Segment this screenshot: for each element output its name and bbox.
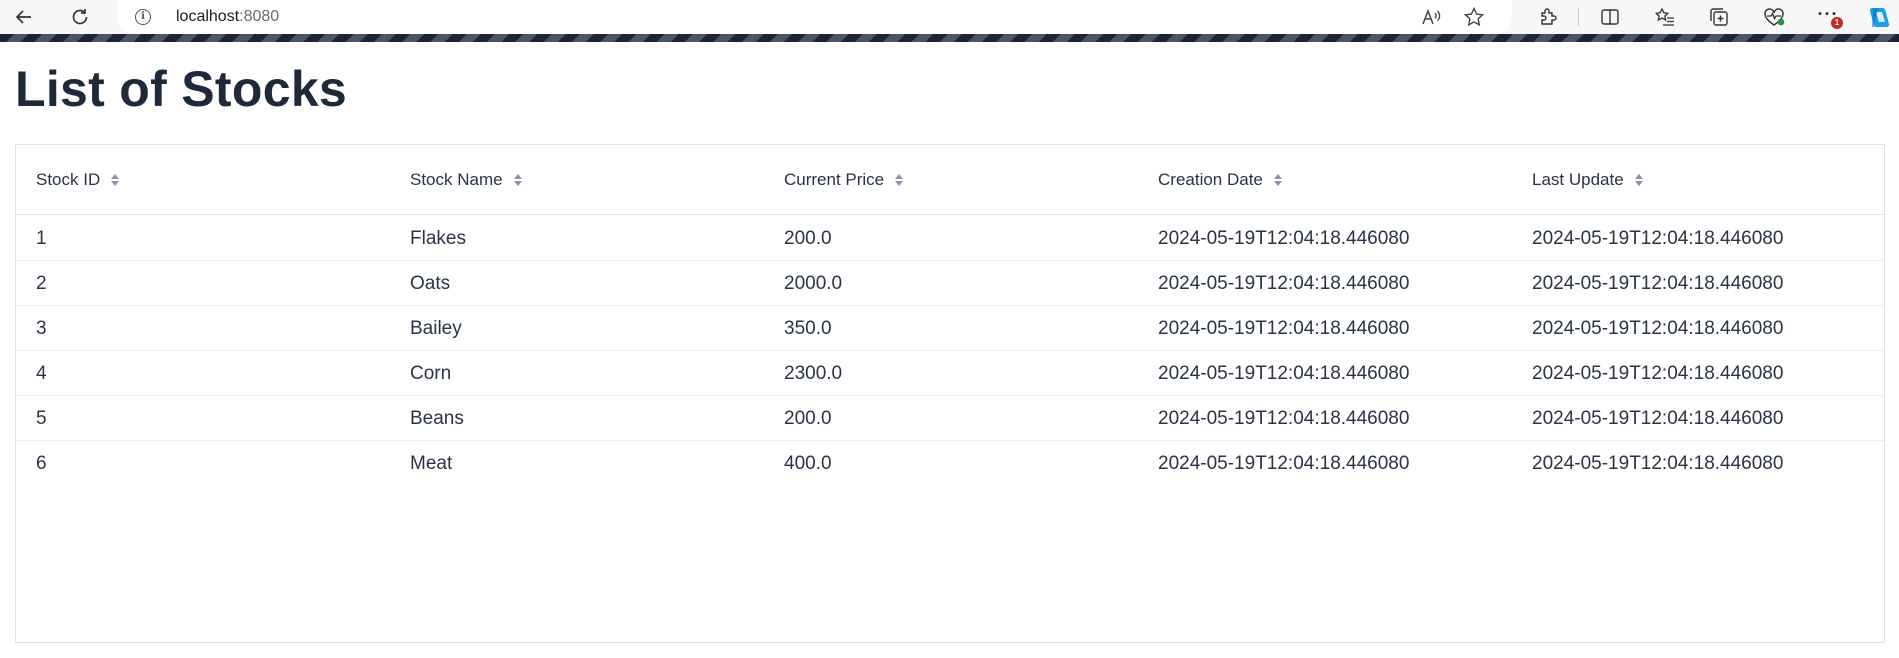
favorites-button[interactable]	[1652, 5, 1678, 29]
refresh-icon	[72, 9, 88, 25]
copilot-button[interactable]	[1867, 5, 1893, 29]
column-header-current-price[interactable]: Current Price	[784, 145, 904, 215]
column-header-label: Creation Date	[1158, 170, 1263, 189]
column-header-label: Stock Name	[410, 170, 503, 189]
cell-stock-name: Bailey	[410, 318, 462, 339]
column-header-label: Last Update	[1532, 170, 1624, 189]
table-row[interactable]: 1 Flakes 200.0 2024-05-19T12:04:18.44608…	[16, 216, 1884, 261]
column-header-creation-date[interactable]: Creation Date	[1158, 145, 1283, 215]
notification-badge: 1	[1831, 17, 1843, 29]
cell-creation-date: 2024-05-19T12:04:18.446080	[1158, 408, 1410, 429]
sort-icon[interactable]	[1273, 173, 1283, 187]
cell-current-price: 2300.0	[784, 363, 843, 384]
favorite-button[interactable]	[1462, 5, 1486, 29]
cell-stock-id: 6	[36, 453, 47, 474]
toolbar-divider	[1578, 8, 1579, 26]
cell-creation-date: 2024-05-19T12:04:18.446080	[1158, 453, 1410, 474]
back-arrow-icon	[15, 10, 31, 24]
cell-current-price: 400.0	[784, 453, 832, 474]
cell-current-price: 350.0	[784, 318, 832, 339]
favorites-list-icon	[1654, 7, 1674, 26]
browser-essentials-button[interactable]	[1761, 5, 1787, 29]
url-port: :8080	[239, 8, 280, 25]
sort-icon[interactable]	[894, 173, 904, 187]
split-screen-icon	[1601, 9, 1619, 25]
cell-last-update: 2024-05-19T12:04:18.446080	[1532, 228, 1784, 249]
puzzle-icon	[1541, 8, 1557, 25]
star-icon	[1463, 6, 1485, 27]
cell-stock-name: Corn	[410, 363, 452, 384]
cell-stock-name: Oats	[410, 273, 451, 294]
cell-stock-name: Meat	[410, 453, 453, 474]
url-host: localhost	[176, 8, 240, 25]
table-row[interactable]: 4 Corn 2300.0 2024-05-19T12:04:18.446080…	[16, 351, 1884, 396]
column-header-stock-name[interactable]: Stock Name	[410, 145, 523, 215]
loading-stripe	[0, 34, 1899, 42]
sort-icon[interactable]	[513, 173, 523, 187]
cell-last-update: 2024-05-19T12:04:18.446080	[1532, 363, 1784, 384]
url-text[interactable]: localhost:8080	[176, 8, 279, 26]
copilot-icon	[1869, 8, 1890, 27]
table-row[interactable]: 6 Meat 400.0 2024-05-19T12:04:18.446080 …	[16, 441, 1884, 486]
cell-stock-name: Beans	[410, 408, 464, 429]
column-header-stock-id[interactable]: Stock ID	[36, 145, 120, 215]
table-row[interactable]: 3 Bailey 350.0 2024-05-19T12:04:18.44608…	[16, 306, 1884, 351]
collections-button[interactable]	[1706, 5, 1732, 29]
table-row[interactable]: 2 Oats 2000.0 2024-05-19T12:04:18.446080…	[16, 261, 1884, 306]
cell-last-update: 2024-05-19T12:04:18.446080	[1532, 318, 1784, 339]
read-aloud-button[interactable]	[1420, 5, 1444, 29]
cell-current-price: 200.0	[784, 408, 832, 429]
heart-pulse-icon	[1764, 8, 1785, 26]
cell-creation-date: 2024-05-19T12:04:18.446080	[1158, 363, 1410, 384]
sort-icon[interactable]	[110, 173, 120, 187]
cell-last-update: 2024-05-19T12:04:18.446080	[1532, 273, 1784, 294]
more-options-button[interactable]: ··· 1	[1815, 4, 1843, 29]
back-button[interactable]	[11, 4, 37, 30]
read-aloud-icon	[1422, 8, 1441, 25]
table-row[interactable]: 5 Beans 200.0 2024-05-19T12:04:18.446080…	[16, 396, 1884, 441]
extensions-button[interactable]	[1535, 5, 1561, 29]
address-bar[interactable]: i localhost:8080	[117, 0, 1512, 34]
page-title: List of Stocks	[15, 61, 348, 117]
cell-creation-date: 2024-05-19T12:04:18.446080	[1158, 228, 1410, 249]
cell-current-price: 200.0	[784, 228, 832, 249]
sort-icon[interactable]	[1634, 173, 1644, 187]
collections-icon	[1710, 8, 1728, 26]
cell-stock-id: 5	[36, 408, 47, 429]
column-header-label: Stock ID	[36, 170, 101, 189]
cell-creation-date: 2024-05-19T12:04:18.446080	[1158, 318, 1410, 339]
grid-header: Stock ID Stock Name Current Price Creati…	[16, 145, 1884, 215]
column-header-label: Current Price	[784, 170, 885, 189]
cell-stock-name: Flakes	[410, 228, 466, 249]
split-screen-button[interactable]	[1597, 5, 1623, 29]
cell-creation-date: 2024-05-19T12:04:18.446080	[1158, 273, 1410, 294]
browser-toolbar: i localhost:8080 ··· 1	[0, 0, 1899, 34]
stocks-grid: Stock ID Stock Name Current Price Creati…	[15, 144, 1885, 643]
column-header-last-update[interactable]: Last Update	[1532, 145, 1644, 215]
site-info-icon[interactable]: i	[135, 9, 151, 25]
refresh-button[interactable]	[67, 4, 93, 30]
cell-stock-id: 1	[36, 228, 47, 249]
cell-stock-id: 3	[36, 318, 47, 339]
cell-current-price: 2000.0	[784, 273, 843, 294]
cell-stock-id: 4	[36, 363, 47, 384]
cell-last-update: 2024-05-19T12:04:18.446080	[1532, 408, 1784, 429]
cell-last-update: 2024-05-19T12:04:18.446080	[1532, 453, 1784, 474]
cell-stock-id: 2	[36, 273, 47, 294]
